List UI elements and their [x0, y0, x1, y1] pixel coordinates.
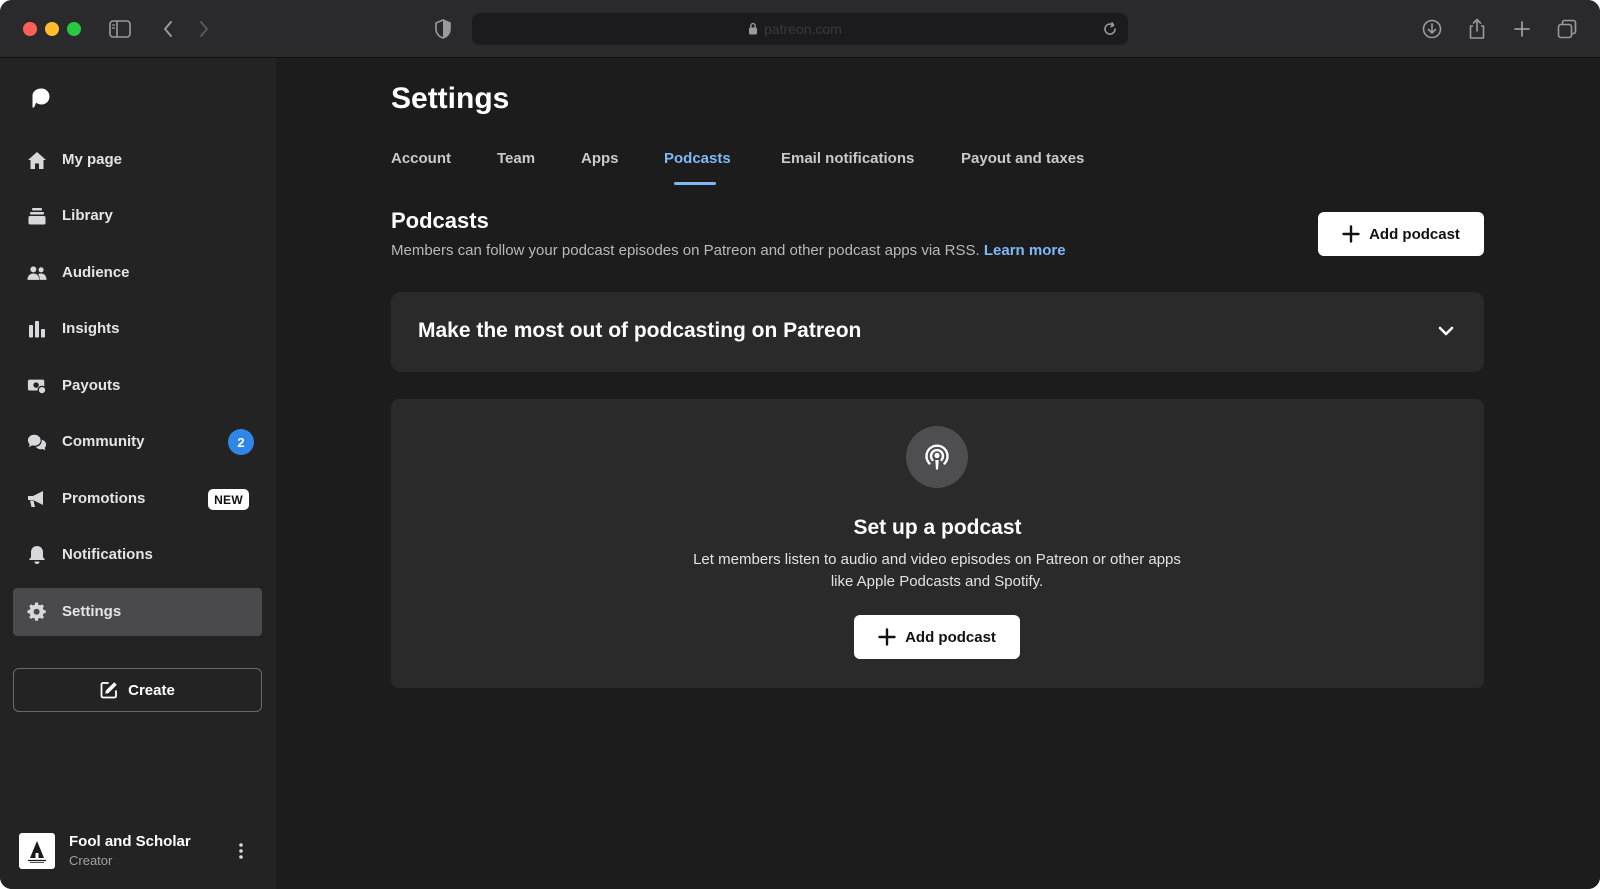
- zoom-window-button[interactable]: [67, 22, 81, 36]
- learn-more-link[interactable]: Learn more: [984, 242, 1066, 259]
- sidebar-item-label: Settings: [62, 603, 122, 620]
- forward-icon[interactable]: [192, 17, 216, 41]
- empty-state-title: Set up a podcast: [853, 516, 1022, 539]
- sidebar-toggle-icon[interactable]: [108, 17, 132, 41]
- section-title: Podcasts: [391, 208, 489, 233]
- sidebar-item-label: My page: [62, 151, 123, 168]
- more-options-icon[interactable]: [233, 839, 249, 863]
- new-tab-icon[interactable]: [1510, 17, 1534, 41]
- podcast-empty-state: Set up a podcast Let members listen to a…: [391, 399, 1484, 688]
- profile-name: Fool and Scholar: [69, 833, 191, 850]
- sidebar-item-label: Library: [62, 207, 113, 224]
- sidebar-item-label: Notifications: [62, 546, 153, 563]
- sidebar-item-label: Promotions: [62, 490, 146, 507]
- create-button-label: Create: [128, 681, 175, 699]
- insights-icon: [27, 319, 47, 339]
- tab-team[interactable]: Team: [497, 150, 535, 167]
- tab-podcasts[interactable]: Podcasts: [664, 150, 731, 167]
- address-bar[interactable]: patreon.com: [472, 13, 1128, 45]
- tab-payout-and-taxes[interactable]: Payout and taxes: [961, 150, 1084, 167]
- settings-icon: [27, 602, 47, 622]
- sidebar-item-label: Payouts: [62, 377, 121, 394]
- podcasting-tips-accordion[interactable]: Make the most out of podcasting on Patre…: [391, 292, 1484, 372]
- tab-apps[interactable]: Apps: [581, 150, 619, 167]
- accordion-title: Make the most out of podcasting on Patre…: [418, 319, 862, 342]
- url-text: patreon.com: [764, 21, 842, 37]
- avatar: [19, 833, 55, 869]
- plus-icon: [1342, 225, 1360, 243]
- sidebar-item-my-page[interactable]: My page: [13, 136, 262, 184]
- active-tab-indicator: [674, 182, 716, 185]
- library-icon: [27, 206, 47, 226]
- page-title: Settings: [391, 82, 510, 115]
- community-count-badge: 2: [228, 429, 254, 455]
- add-podcast-button[interactable]: Add podcast: [1318, 212, 1484, 256]
- browser-toolbar: patreon.com: [0, 0, 1600, 58]
- profile-summary[interactable]: Fool and Scholar Creator: [19, 831, 259, 871]
- sidebar: My page Library Audience Insights Payout: [0, 58, 276, 889]
- sidebar-item-audience[interactable]: Audience: [13, 249, 262, 297]
- patreon-logo-icon[interactable]: [30, 87, 52, 109]
- reload-icon[interactable]: [1102, 21, 1118, 42]
- profile-role: Creator: [69, 853, 113, 868]
- close-window-button[interactable]: [23, 22, 37, 36]
- sidebar-item-community[interactable]: Community 2: [13, 418, 262, 466]
- main-content: Settings Account Team Apps Podcasts Emai…: [276, 58, 1600, 889]
- payouts-icon: [27, 376, 47, 396]
- sidebar-item-label: Audience: [62, 264, 130, 281]
- browser-window: patreon.com My page Library Audience Ins…: [0, 0, 1600, 889]
- sidebar-item-insights[interactable]: Insights: [13, 305, 262, 353]
- chevron-down-icon[interactable]: [1438, 324, 1454, 342]
- minimize-window-button[interactable]: [45, 22, 59, 36]
- sidebar-item-notifications[interactable]: Notifications: [13, 531, 262, 579]
- new-badge: NEW: [208, 489, 249, 510]
- create-button[interactable]: Create: [13, 668, 262, 712]
- plus-icon: [878, 628, 896, 646]
- add-podcast-center-button[interactable]: Add podcast: [854, 615, 1020, 659]
- back-icon[interactable]: [156, 17, 180, 41]
- tab-overview-icon[interactable]: [1555, 17, 1579, 41]
- community-icon: [27, 432, 47, 452]
- promotions-icon: [27, 489, 47, 509]
- notifications-icon: [27, 545, 47, 565]
- lock-icon: [748, 22, 758, 40]
- sidebar-item-settings[interactable]: Settings: [13, 588, 262, 636]
- downloads-icon[interactable]: [1420, 17, 1444, 41]
- home-icon: [27, 150, 47, 170]
- empty-state-description: Let members listen to audio and video ep…: [693, 551, 1181, 590]
- tab-email-notifications[interactable]: Email notifications: [781, 150, 914, 167]
- sidebar-item-library[interactable]: Library: [13, 192, 262, 240]
- section-description: Members can follow your podcast episodes…: [391, 242, 1066, 259]
- edit-icon: [100, 681, 118, 699]
- add-podcast-button-label: Add podcast: [905, 628, 996, 646]
- sidebar-item-promotions[interactable]: Promotions NEW: [13, 475, 262, 523]
- tab-account[interactable]: Account: [391, 150, 451, 167]
- privacy-shield-icon[interactable]: [431, 17, 455, 41]
- add-podcast-button-label: Add podcast: [1369, 225, 1460, 243]
- sidebar-item-payouts[interactable]: Payouts: [13, 362, 262, 410]
- sidebar-item-label: Community: [62, 433, 145, 450]
- audience-icon: [27, 263, 47, 283]
- section-description-text: Members can follow your podcast episodes…: [391, 242, 980, 259]
- sidebar-item-label: Insights: [62, 320, 120, 337]
- share-icon[interactable]: [1465, 17, 1489, 41]
- podcast-icon: [906, 426, 968, 488]
